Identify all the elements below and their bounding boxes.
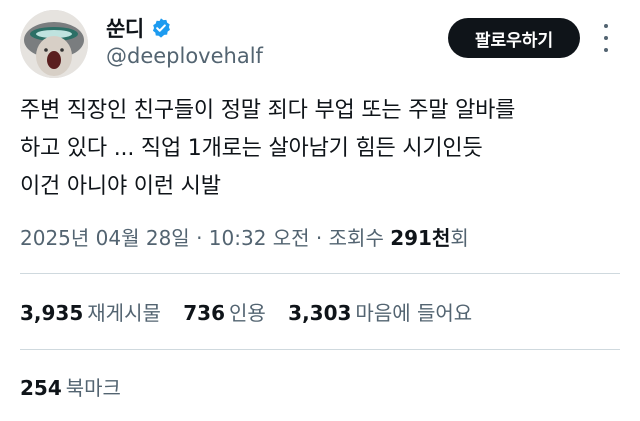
quotes-stat[interactable]: 736 인용 (183, 297, 266, 326)
engagement-stats: 3,935 재게시물 736 인용 3,303 마음에 들어요 (20, 297, 488, 326)
retweets-count: 3,935 (20, 301, 84, 325)
follow-button[interactable]: 팔로우하기 (448, 18, 580, 58)
retweets-label: 재게시물 (87, 301, 161, 325)
likes-label: 마음에 들어요 (355, 301, 473, 325)
bookmarks-stat[interactable]: 254 북마크 (20, 372, 121, 401)
display-name[interactable]: 쑨디 (106, 13, 144, 43)
tweet-meta: 2025년 04월 28일 · 10:32 오전 · 조회수 291천회 (20, 222, 469, 251)
tweet-text-line: 주변 직장인 친구들이 정말 죄다 부업 또는 주말 알바를 (20, 98, 516, 123)
more-dot (604, 24, 608, 28)
likes-count: 3,303 (288, 301, 352, 325)
avatar-image (20, 10, 88, 78)
quotes-count: 736 (183, 301, 225, 325)
tweet-text: 주변 직장인 친구들이 정말 죄다 부업 또는 주말 알바를 하고 있다 ...… (20, 92, 625, 206)
retweets-stat[interactable]: 3,935 재게시물 (20, 297, 161, 326)
more-dot (604, 36, 608, 40)
divider (20, 349, 620, 350)
avatar[interactable] (20, 10, 88, 78)
more-vertical-icon[interactable] (596, 24, 616, 52)
tweet-text-line: 이건 아니야 이런 시발 (20, 174, 221, 199)
quotes-label: 인용 (228, 301, 266, 325)
user-handle[interactable]: @deeplovehalf (106, 44, 263, 68)
tweet-timestamp[interactable]: 2025년 04월 28일 · 10:32 오전 · 조회수 (20, 226, 390, 250)
author-name-row: 쑨디 (106, 13, 172, 43)
more-dot (604, 48, 608, 52)
bookmarks-label: 북마크 (65, 376, 121, 400)
views-count: 291천 (390, 226, 451, 250)
verified-badge-icon (152, 18, 170, 38)
divider (20, 273, 620, 274)
views-suffix: 회 (450, 226, 469, 250)
tweet-text-line: 하고 있다 ... 직업 1개로는 살아남기 힘든 시기인듯 (20, 136, 483, 161)
likes-stat[interactable]: 3,303 마음에 들어요 (288, 297, 472, 326)
tweet-card: 쑨디 @deeplovehalf 팔로우하기 주변 직장인 친구들이 정말 죄다… (0, 0, 640, 421)
bookmarks-count: 254 (20, 376, 62, 400)
